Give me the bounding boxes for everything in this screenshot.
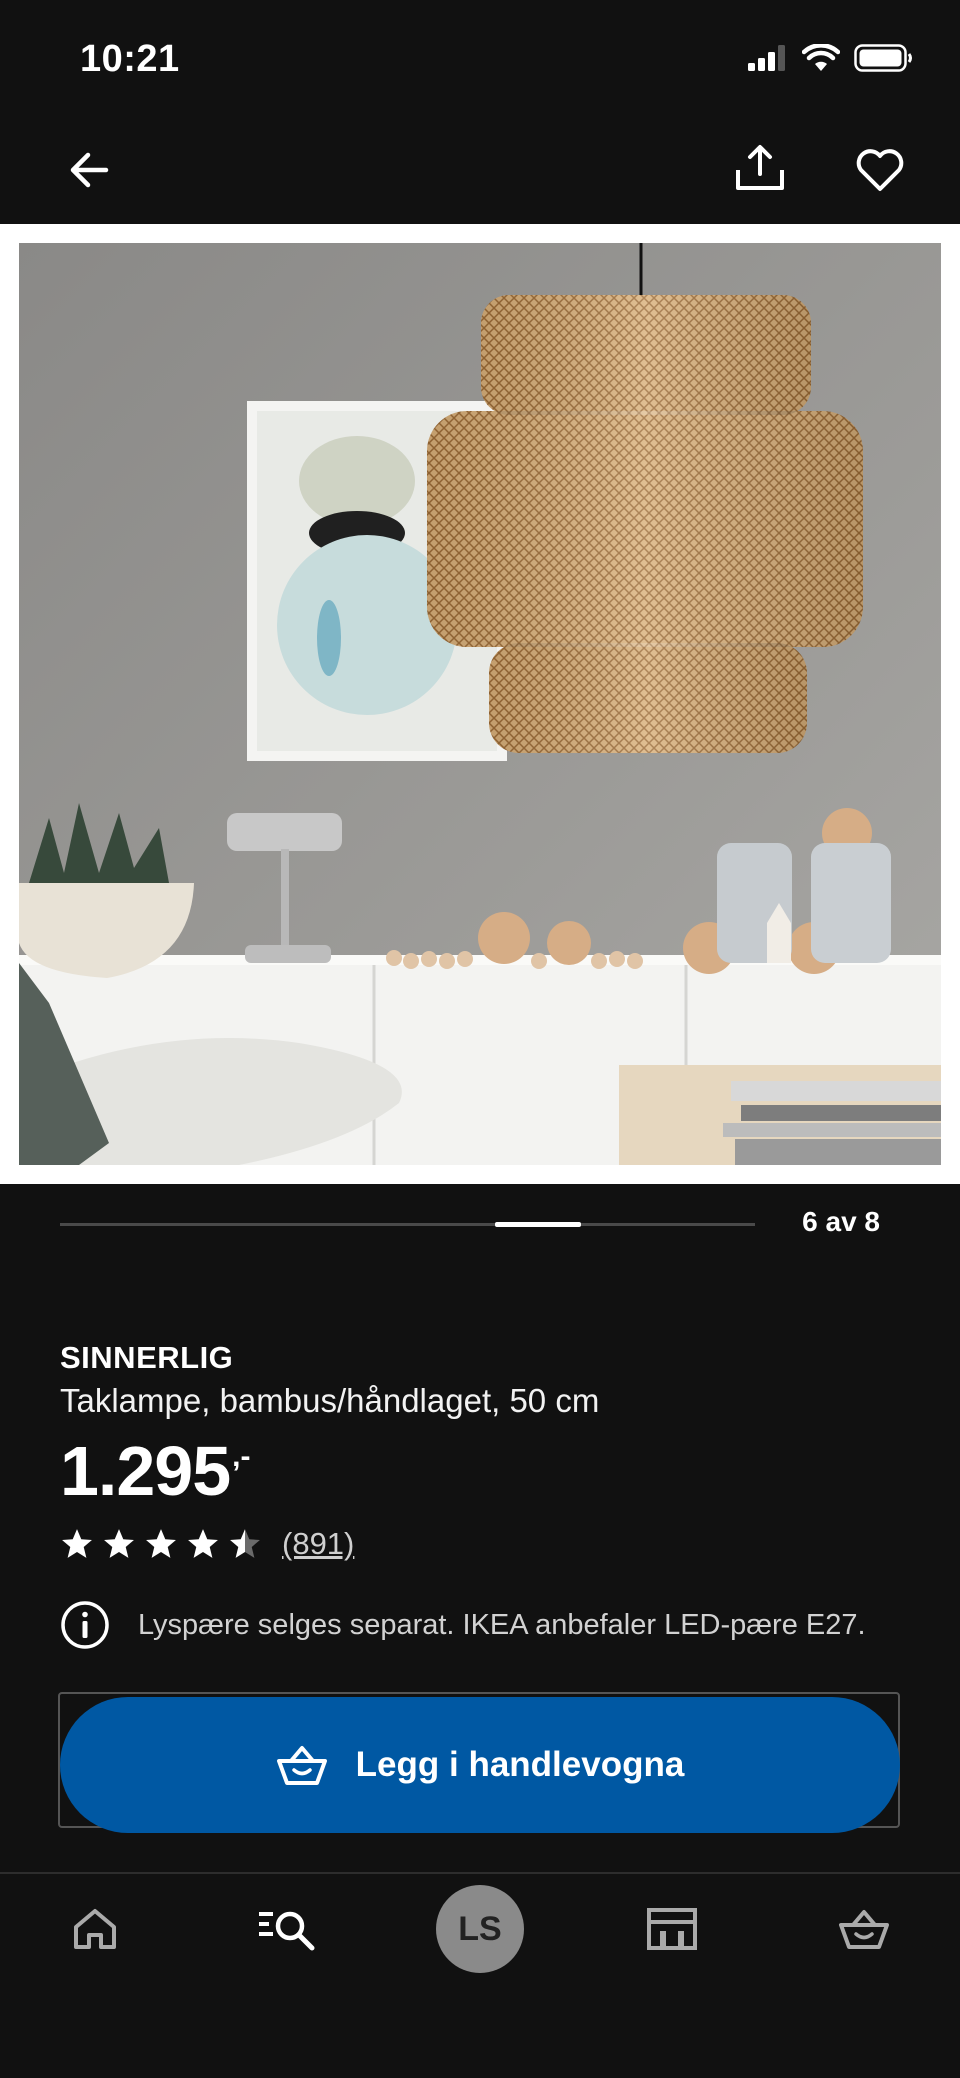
product-info: SINNERLIG Taklampe, bambus/håndlaget, 50… <box>60 1340 920 1650</box>
status-icons <box>748 44 914 72</box>
review-count-link[interactable]: (891) <box>282 1526 354 1562</box>
basket-icon <box>839 1910 889 1949</box>
price-integer: 1.295 <box>60 1432 231 1510</box>
price-decimal: ,- <box>232 1440 251 1473</box>
home-icon <box>74 1909 116 1949</box>
avatar: LS <box>436 1885 524 1973</box>
share-icon <box>736 145 784 190</box>
battery-icon <box>854 44 912 72</box>
product-description: Taklampe, bambus/håndlaget, 50 cm <box>60 1382 600 1419</box>
product-rating[interactable]: (891) <box>60 1526 920 1562</box>
product-image[interactable] <box>19 243 941 1165</box>
arrow-left-icon <box>70 152 109 188</box>
add-to-cart-button[interactable]: Legg i handlevogna <box>60 1697 900 1833</box>
product-price: 1.295 ,- <box>60 1432 920 1510</box>
rating-stars <box>60 1528 262 1560</box>
star-icon <box>146 1529 176 1558</box>
product-name: SINNERLIG <box>60 1340 234 1375</box>
tab-stores[interactable] <box>612 1874 732 1984</box>
star-icon <box>104 1529 134 1558</box>
heart-icon <box>856 149 904 191</box>
tab-cart[interactable] <box>804 1874 924 1984</box>
star-icon <box>188 1529 218 1558</box>
info-icon <box>61 1601 109 1649</box>
tab-profile[interactable]: LS <box>420 1874 540 1984</box>
search-icon <box>259 1911 315 1951</box>
product-image-container[interactable] <box>0 224 960 1184</box>
wifi-icon <box>802 44 840 71</box>
basket-icon <box>276 1746 327 1785</box>
store-icon <box>647 1908 697 1950</box>
carousel-position-indicator <box>495 1222 581 1227</box>
tab-search[interactable] <box>227 1874 347 1984</box>
signal-icon <box>748 45 785 71</box>
image-carousel-indicator: 6 av 8 <box>0 1184 960 1304</box>
image-counter: 6 av 8 <box>802 1206 880 1237</box>
status-bar: 10:21 <box>0 0 960 110</box>
star-icon <box>230 1529 260 1558</box>
star-icon <box>62 1529 92 1558</box>
top-nav-bar <box>0 110 960 224</box>
info-notice: Lyspære selges separat. IKEA anbefaler L… <box>60 1600 920 1650</box>
info-text: Lyspære selges separat. IKEA anbefaler L… <box>138 1608 866 1641</box>
carousel-track <box>60 1223 755 1226</box>
add-to-cart-label: Legg i handlevogna <box>355 1745 685 1784</box>
favourite-button[interactable] <box>852 142 908 198</box>
bottom-tab-bar: LS <box>0 1874 960 2078</box>
share-button[interactable] <box>732 140 788 196</box>
back-button[interactable] <box>62 142 118 198</box>
tab-home[interactable] <box>35 1874 155 1984</box>
status-time: 10:21 <box>80 38 180 80</box>
